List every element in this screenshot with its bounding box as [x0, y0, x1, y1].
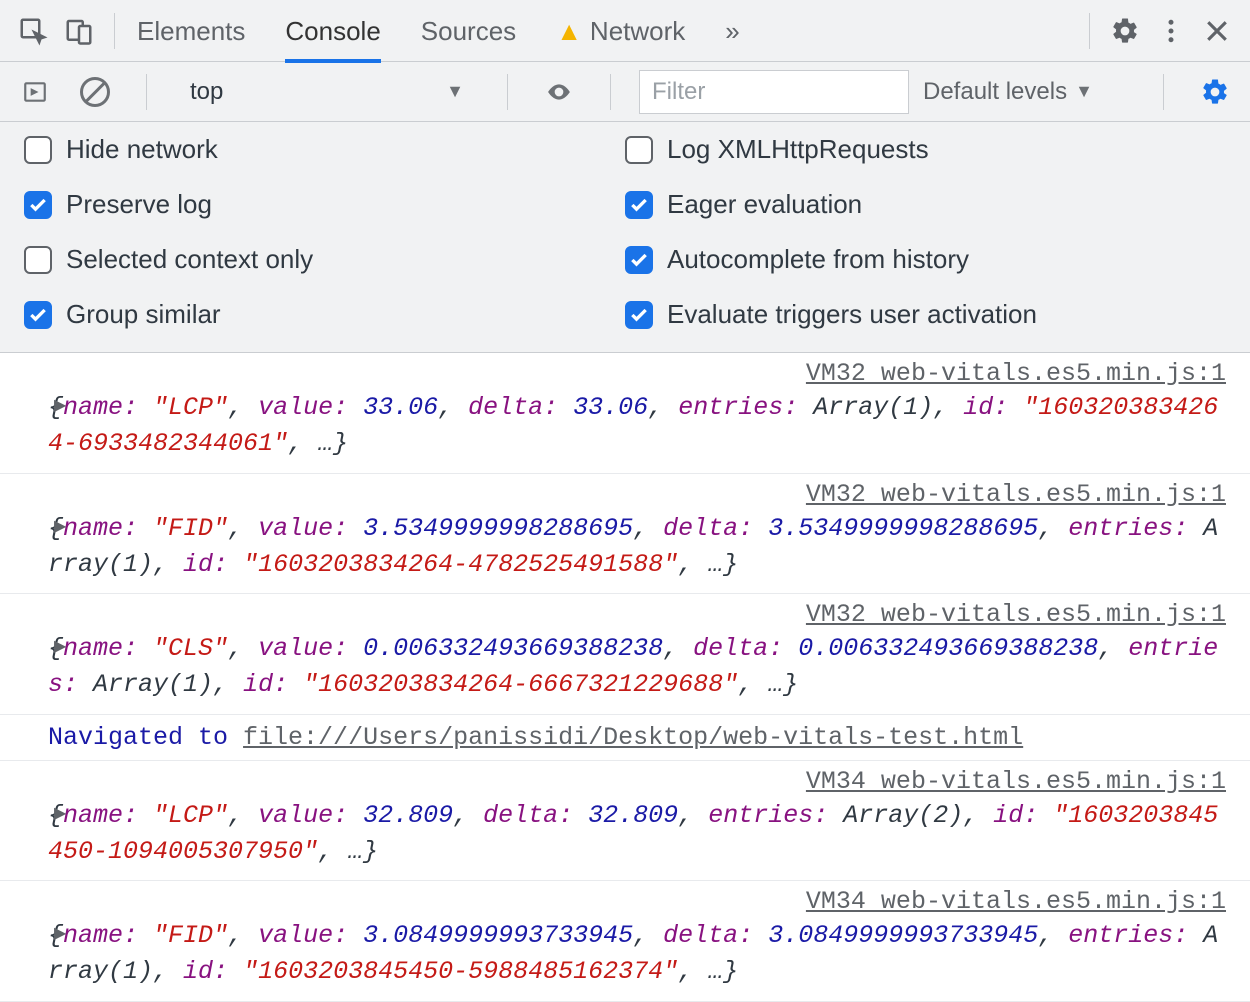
separator — [610, 74, 611, 110]
expand-icon[interactable]: ▶ — [54, 803, 66, 823]
checkbox-label: Evaluate triggers user activation — [667, 299, 1037, 330]
separator — [114, 13, 115, 49]
device-toggle-icon[interactable] — [56, 8, 102, 54]
inspect-icon[interactable] — [10, 8, 56, 54]
checkbox-checked-icon — [625, 191, 653, 219]
evaluate-triggers-checkbox[interactable]: Evaluate triggers user activation — [625, 299, 1226, 330]
log-source-link[interactable]: VM32 web-vitals.es5.min.js:1 — [48, 600, 1226, 629]
chevron-down-icon: ▼ — [1075, 81, 1093, 102]
log-entry[interactable]: VM34 web-vitals.es5.min.js:1▶{name: "FID… — [0, 881, 1250, 1002]
checkbox-checked-icon — [625, 246, 653, 274]
tab-sources[interactable]: Sources — [421, 0, 516, 62]
log-object: {name: "FID", value: 3.0849999993733945,… — [48, 918, 1226, 991]
log-entry[interactable]: VM32 web-vitals.es5.min.js:1 ▶{name: "FID… — [0, 474, 1250, 595]
checkbox-unchecked-icon — [625, 136, 653, 164]
checkbox-checked-icon — [625, 301, 653, 329]
expand-icon[interactable]: ▶ — [54, 395, 66, 415]
log-object: {name: "LCP", value: 32.809, delta: 32.8… — [48, 798, 1226, 871]
checkbox-label: Eager evaluation — [667, 189, 862, 220]
log-entry[interactable]: VM32 web-vitals.es5.min.js:1 ▶{name: "LCP… — [0, 353, 1250, 474]
live-expression-icon[interactable] — [536, 69, 582, 115]
log-object: {name: "CLS", value: 0.00633249366938823… — [48, 631, 1226, 704]
group-similar-checkbox[interactable]: Group similar — [24, 299, 625, 330]
more-tabs[interactable]: » — [725, 0, 739, 62]
tab-elements[interactable]: Elements — [137, 0, 245, 62]
checkbox-label: Log XMLHttpRequests — [667, 134, 929, 165]
settings-icon[interactable] — [1102, 8, 1148, 54]
selected-context-checkbox[interactable]: Selected context only — [24, 244, 625, 275]
checkbox-label: Group similar — [66, 299, 221, 330]
more-menu-icon[interactable] — [1148, 8, 1194, 54]
checkbox-label: Preserve log — [66, 189, 212, 220]
tab-console[interactable]: Console — [285, 0, 380, 62]
clear-console-icon[interactable] — [72, 69, 118, 115]
checkbox-checked-icon — [24, 191, 52, 219]
tab-network[interactable]: ▲ Network — [556, 0, 685, 62]
chevron-down-icon: ▼ — [446, 81, 464, 102]
expand-icon[interactable]: ▶ — [54, 636, 66, 656]
panel-tabs: Elements Console Sources ▲ Network » — [127, 0, 1077, 62]
log-source-link[interactable]: VM32 web-vitals.es5.min.js:1 — [48, 359, 1226, 388]
expand-icon[interactable]: ▶ — [54, 516, 66, 536]
hide-network-checkbox[interactable]: Hide network — [24, 134, 625, 165]
log-entry[interactable]: VM34 web-vitals.es5.min.js:1 ▶{name: "LCP… — [0, 761, 1250, 882]
log-levels-label: Default levels — [923, 78, 1067, 106]
checkbox-label: Autocomplete from history — [667, 244, 969, 275]
nav-prefix: Navigated to — [48, 723, 243, 752]
checkbox-unchecked-icon — [24, 136, 52, 164]
context-selector[interactable]: top ▼ — [175, 70, 479, 114]
context-label: top — [190, 78, 223, 106]
log-levels-selector[interactable]: Default levels ▼ — [923, 78, 1093, 106]
log-object: {name: "FID", value: 3.5349999998288695,… — [48, 511, 1226, 584]
separator — [507, 74, 508, 110]
log-source-link[interactable]: VM34 web-vitals.es5.min.js:1 — [48, 767, 1226, 796]
console-settings-panel: Hide network Log XMLHttpRequests Preserv… — [0, 122, 1250, 353]
console-log: VM32 web-vitals.es5.min.js:1▶{name: "LCP… — [0, 353, 1250, 1002]
tab-network-label: Network — [590, 16, 685, 46]
separator — [146, 74, 147, 110]
separator — [1163, 74, 1164, 110]
nav-url[interactable]: file:///Users/panissidi/Desktop/web-vita… — [243, 723, 1023, 752]
separator — [1089, 13, 1090, 49]
expand-icon[interactable]: ▶ — [54, 923, 66, 943]
log-xhr-checkbox[interactable]: Log XMLHttpRequests — [625, 134, 1226, 165]
close-icon[interactable] — [1194, 8, 1240, 54]
warning-icon: ▲ — [556, 16, 582, 46]
log-object: {name: "LCP", value: 33.06, delta: 33.06… — [48, 390, 1226, 463]
preserve-log-checkbox[interactable]: Preserve log — [24, 189, 625, 220]
console-settings-icon[interactable] — [1192, 69, 1238, 115]
checkbox-unchecked-icon — [24, 246, 52, 274]
log-entry[interactable]: VM32 web-vitals.es5.min.js:1 ▶{name: "CLS… — [0, 594, 1250, 715]
navigation-entry: Navigated to file:///Users/panissidi/Des… — [0, 715, 1250, 761]
sidebar-toggle-icon[interactable] — [12, 69, 58, 115]
devtools-toolbar: Elements Console Sources ▲ Network » — [0, 0, 1250, 62]
checkbox-label: Selected context only — [66, 244, 313, 275]
filter-input[interactable] — [639, 70, 909, 114]
checkbox-checked-icon — [24, 301, 52, 329]
log-source-link[interactable]: VM32 web-vitals.es5.min.js:1 — [48, 480, 1226, 509]
checkbox-label: Hide network — [66, 134, 218, 165]
eager-eval-checkbox[interactable]: Eager evaluation — [625, 189, 1226, 220]
autocomplete-checkbox[interactable]: Autocomplete from history — [625, 244, 1226, 275]
console-subtoolbar: top ▼ Default levels ▼ — [0, 62, 1250, 122]
